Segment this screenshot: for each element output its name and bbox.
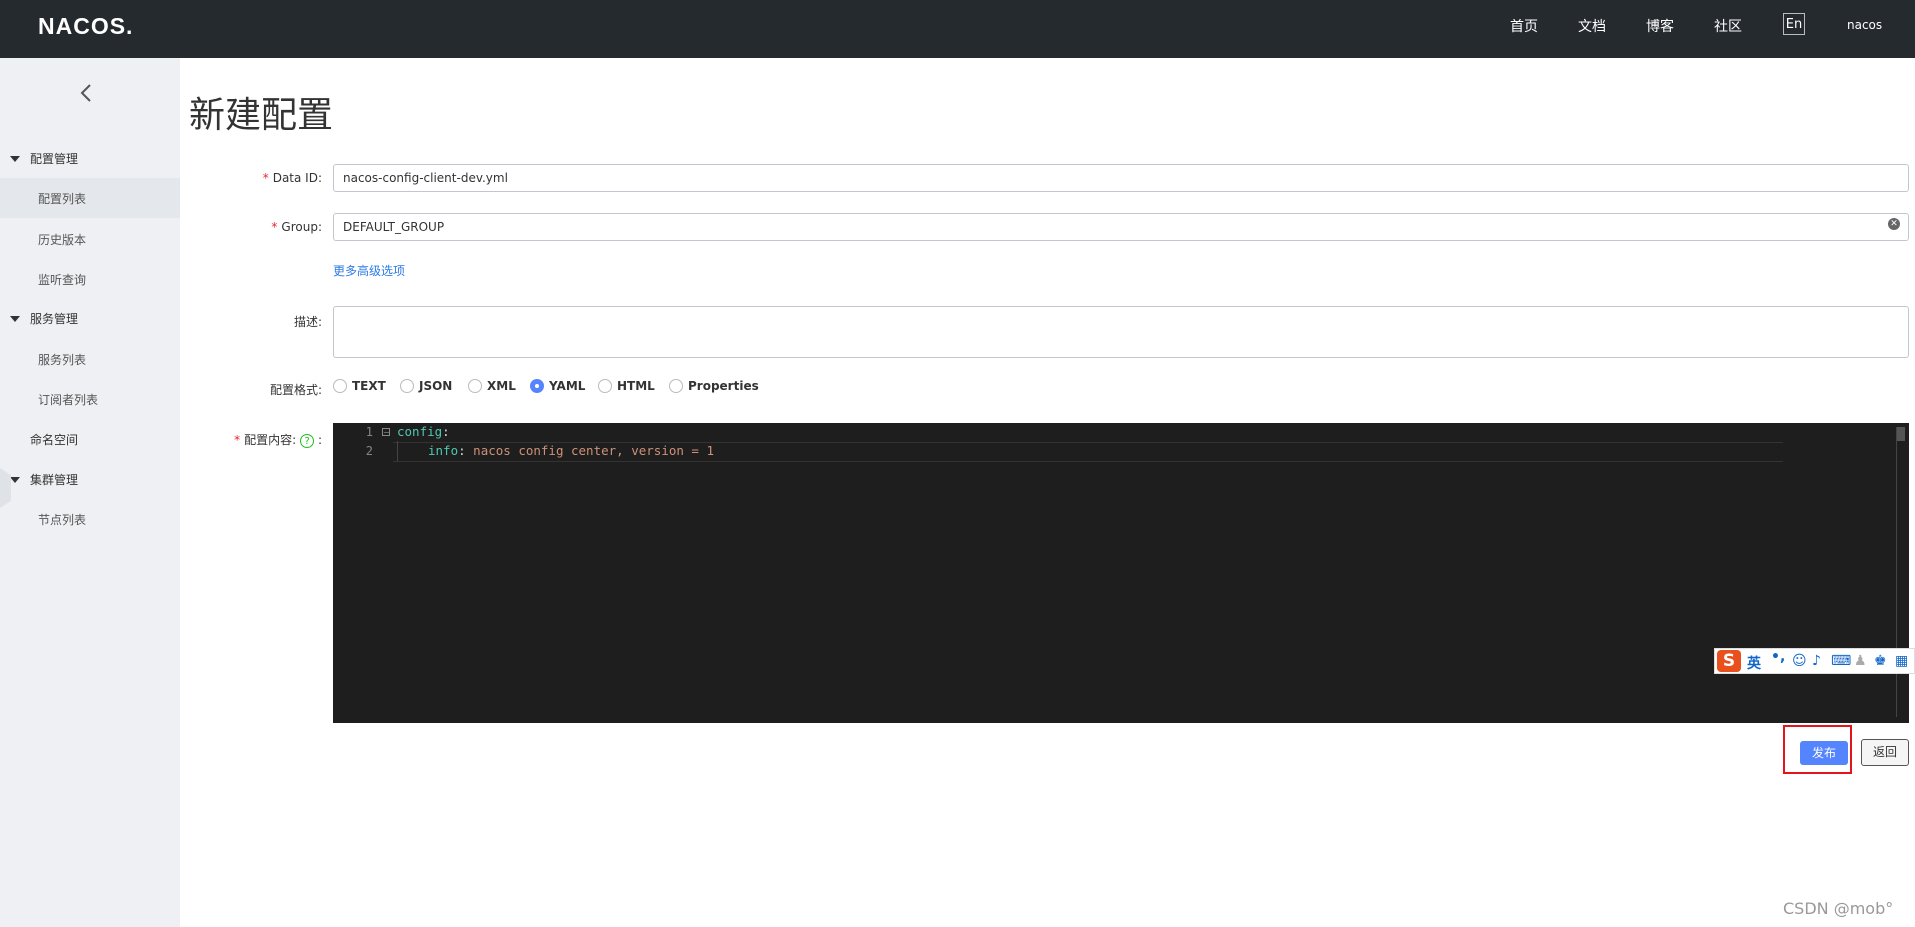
code-line-1: config: [397,424,450,439]
sidebar-item-config-list[interactable]: 配置列表 [38,190,86,207]
group-label: * Group: [271,220,322,234]
punctuation-icon[interactable]: •, [1771,649,1785,665]
caret-down-icon [10,155,20,162]
user-menu[interactable]: nacos [1847,18,1882,32]
sidebar-item-subscriber-list[interactable]: 订阅者列表 [38,391,98,408]
description-textarea[interactable] [333,306,1909,358]
format-label: 配置格式: [269,383,322,397]
format-radio-json[interactable]: JSON [400,378,452,394]
data-id-input[interactable]: nacos-config-client-dev.yml [333,164,1909,192]
collapse-chevron-left-icon[interactable] [76,82,98,104]
back-button[interactable]: 返回 [1861,739,1909,766]
code-line-2: info: nacos config center, version = 1 [428,443,714,458]
sidebar-item-namespace[interactable]: 命名空间 [30,431,78,448]
advanced-options-link[interactable]: 更多高级选项 [333,262,405,279]
radio-circle [598,378,612,393]
content-label: * 配置内容:? : [234,433,322,448]
description-label: 描述: [293,315,322,329]
sidebar-item-listener-query[interactable]: 监听查询 [38,271,86,288]
page-title: 新建配置 [189,95,334,136]
keyboard-icon[interactable]: ⌨ [1831,653,1851,669]
editor-scrollbar-thumb[interactable] [1897,427,1905,441]
format-radio-xml[interactable]: XML [468,378,516,394]
format-radio-yaml[interactable]: YAML [530,378,585,394]
help-icon[interactable]: ? [300,433,315,448]
required-asterisk: * [234,433,241,447]
radio-circle [400,378,414,393]
clear-icon[interactable]: ✕ [1888,218,1900,230]
caret-down-icon [10,476,20,483]
sidebar-item-active-bg [0,178,180,218]
nacos-logo[interactable]: NACOS. [38,13,133,40]
ime-toolbar: S 英 •, ☺ ♪ ⌨ ♟ ♚ ▦ [1714,648,1915,674]
radio-circle [468,378,482,393]
code-editor[interactable]: 1 − config: 2 info: nacos config center,… [333,423,1909,723]
group-input[interactable]: DEFAULT_GROUP [333,213,1909,241]
nav-community[interactable]: 社区 [1714,16,1742,36]
required-asterisk: * [262,171,269,185]
microphone-icon[interactable]: ♪ [1812,653,1821,669]
ime-lang-toggle[interactable]: 英 [1747,653,1761,673]
indent-guide [397,441,398,461]
radio-circle-checked [530,378,544,393]
fold-icon[interactable]: − [382,428,390,437]
sidebar-group-cluster[interactable]: 集群管理 [10,471,78,488]
sidebar-item-service-list[interactable]: 服务列表 [38,351,86,368]
format-radio-html[interactable]: HTML [598,378,655,394]
nav-home[interactable]: 首页 [1510,16,1538,36]
sidebar-item-history[interactable]: 历史版本 [38,231,86,248]
line-number: 1 [365,425,373,439]
caret-down-icon [10,315,20,322]
grid-menu-icon[interactable]: ▦ [1895,653,1908,669]
sidebar-group-config[interactable]: 配置管理 [10,150,78,167]
sidebar: 配置管理 配置列表 历史版本 监听查询 服务管理 服务列表 订阅者列表 命名空间… [0,58,180,927]
top-navbar: NACOS. 首页 文档 博客 社区 En nacos [0,0,1915,58]
radio-circle [669,378,683,393]
user-icon[interactable]: ♟ [1854,653,1867,669]
data-id-label: * Data ID: [262,171,322,185]
nav-docs[interactable]: 文档 [1578,16,1606,36]
required-asterisk: * [271,220,278,234]
line-number: 2 [365,444,373,458]
sogou-logo-icon[interactable]: S [1717,650,1741,672]
emoji-icon[interactable]: ☺ [1792,653,1807,669]
radio-circle [333,378,347,393]
line-separator [393,461,1783,462]
publish-button[interactable]: 发布 [1800,741,1848,765]
sidebar-item-node-list[interactable]: 节点列表 [38,511,86,528]
skin-shirt-icon[interactable]: ♚ [1874,653,1887,669]
format-radio-properties[interactable]: Properties [669,378,759,394]
sidebar-group-service[interactable]: 服务管理 [10,310,78,327]
language-toggle[interactable]: En [1783,13,1805,35]
format-radio-text[interactable]: TEXT [333,378,386,394]
nav-blog[interactable]: 博客 [1646,16,1674,36]
watermark: CSDN @mob° [1783,899,1894,918]
